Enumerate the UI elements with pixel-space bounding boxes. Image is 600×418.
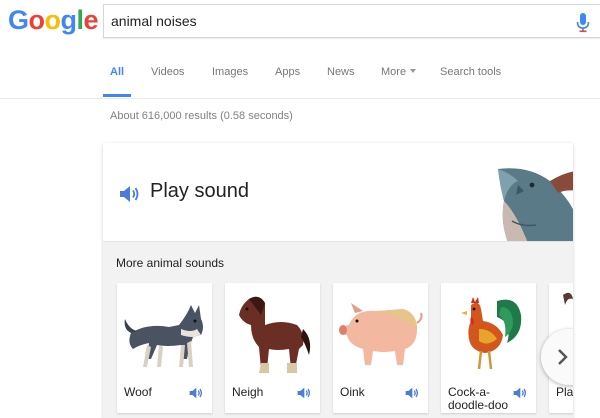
animal-sounds-card: Play sound More animal sounds Woof Neigh… (103, 143, 573, 418)
animal-name-woof: Woof (124, 385, 152, 399)
tab-all[interactable]: All (110, 66, 124, 78)
next-button[interactable] (541, 329, 573, 385)
pig-image (339, 303, 423, 365)
header: Google (0, 0, 600, 48)
speaker-icon[interactable] (405, 386, 421, 400)
speaker-icon[interactable] (297, 386, 313, 400)
search-box (103, 4, 600, 38)
tab-search-tools[interactable]: Search tools (440, 66, 501, 78)
animal-name-cock-a-doodle-doo: Cock-a-doodle-doo (448, 385, 509, 412)
animal-name-neigh: Neigh (232, 385, 264, 399)
animal-card-dog[interactable]: Woof (117, 283, 212, 413)
play-sound-label[interactable]: Play sound (150, 180, 249, 203)
more-animal-sounds: More animal sounds Woof Neigh Oink Cock-… (103, 241, 573, 418)
mic-icon[interactable] (576, 13, 590, 33)
animal-name-oink: Oink (340, 385, 365, 399)
tab-news[interactable]: News (327, 66, 355, 78)
animal-name-partial: Pla (556, 385, 573, 399)
more-animal-sounds-title: More animal sounds (116, 256, 225, 270)
play-sound-row[interactable]: Play sound (103, 143, 573, 243)
animal-card-pig[interactable]: Oink (333, 283, 428, 413)
google-logo[interactable]: Google (8, 5, 99, 36)
rooster-image (461, 297, 522, 370)
speaker-icon[interactable] (119, 184, 143, 204)
tab-images[interactable]: Images (212, 66, 248, 78)
tab-more-label: More (381, 66, 407, 78)
caret-down-icon (410, 69, 417, 74)
whale-image (498, 168, 573, 243)
speaker-icon[interactable] (513, 386, 529, 400)
tab-apps[interactable]: Apps (275, 66, 300, 78)
animal-card-rooster[interactable]: Cock-a-doodle-doo (441, 283, 536, 413)
tab-more[interactable]: More (381, 66, 417, 78)
chevron-right-icon (558, 349, 568, 365)
result-stats: About 616,000 results (0.58 seconds) (110, 110, 293, 122)
dog-image (124, 305, 203, 367)
active-tab-indicator (103, 94, 131, 97)
tab-videos[interactable]: Videos (151, 66, 184, 78)
search-tabs: All Videos Images Apps News More Search … (0, 48, 600, 99)
horse-image (239, 296, 311, 373)
animal-card-horse[interactable]: Neigh (225, 283, 320, 413)
speaker-icon[interactable] (189, 386, 205, 400)
search-input[interactable] (111, 11, 551, 31)
